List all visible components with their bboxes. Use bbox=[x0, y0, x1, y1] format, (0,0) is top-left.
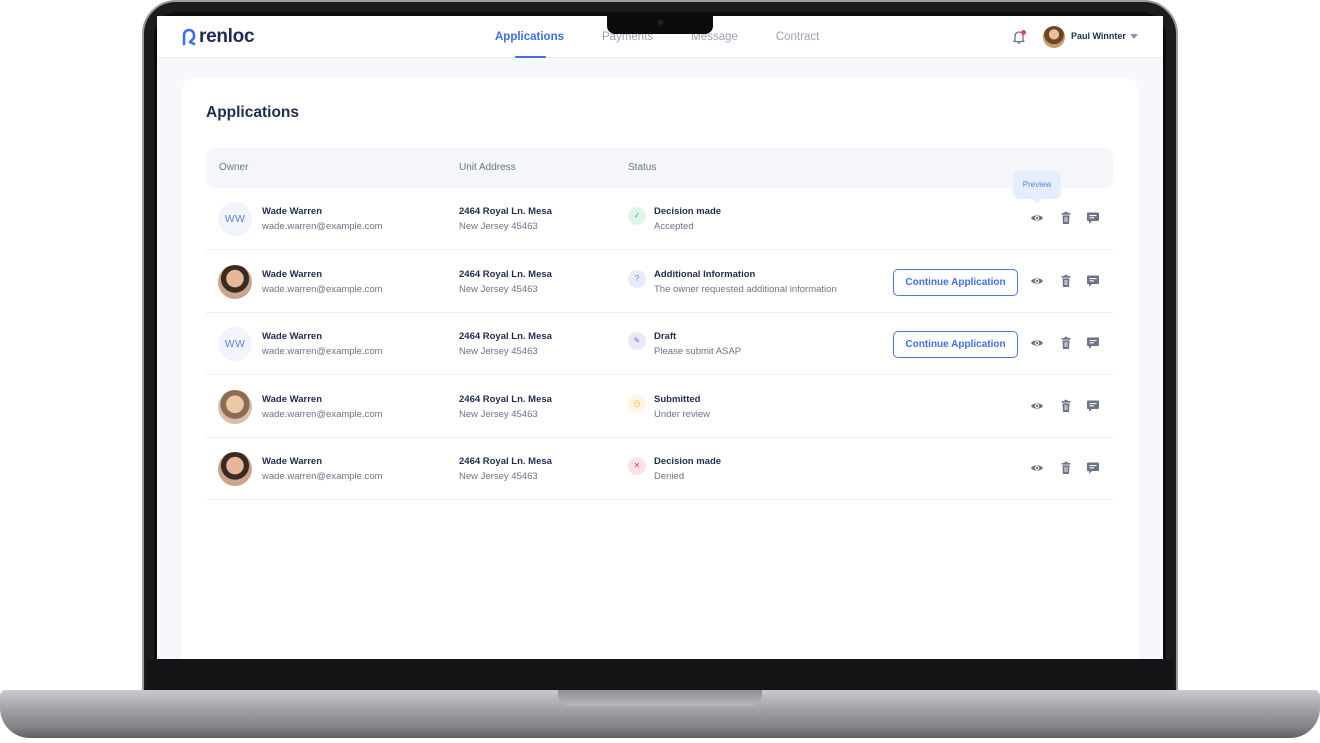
address-line2: New Jersey 45463 bbox=[459, 408, 538, 420]
logo-text: renloc bbox=[199, 26, 255, 47]
chat-icon[interactable] bbox=[1086, 461, 1100, 475]
eye-icon[interactable] bbox=[1030, 274, 1044, 288]
tab-applications[interactable]: Applications bbox=[495, 16, 564, 58]
address-line1: 2464 Royal Ln. Mesa bbox=[459, 206, 552, 217]
header-address: Unit Address bbox=[459, 162, 516, 173]
x-icon: ✕ bbox=[628, 457, 646, 475]
chat-icon[interactable] bbox=[1086, 274, 1100, 288]
avatar: WW bbox=[218, 202, 252, 236]
owner-email: wade.warren@example.com bbox=[262, 408, 383, 420]
table-row: Wade Warren wade.warren@example.com 2464… bbox=[206, 251, 1113, 313]
chat-icon[interactable] bbox=[1086, 211, 1100, 225]
status-title: Decision made bbox=[654, 206, 722, 217]
user-name[interactable]: Paul Winnter bbox=[1071, 31, 1126, 41]
tab-contract[interactable]: Contract bbox=[776, 16, 819, 58]
applications-card: Applications Owner Unit Address Status W… bbox=[181, 78, 1139, 659]
owner-email: wade.warren@example.com bbox=[262, 283, 383, 295]
status-title: Submitted bbox=[654, 393, 701, 405]
owner-name: Wade Warren bbox=[262, 456, 323, 467]
owner-name: Wade Warren bbox=[262, 331, 323, 342]
eye-icon[interactable] bbox=[1030, 211, 1044, 225]
pencil-icon: ✎ bbox=[628, 332, 646, 350]
chat-icon[interactable] bbox=[1086, 399, 1100, 413]
status-subtitle: Under review bbox=[654, 408, 710, 420]
avatar bbox=[218, 452, 252, 486]
address-line1: 2464 Royal Ln. Mesa bbox=[459, 268, 552, 280]
owner-name: Wade Warren bbox=[262, 393, 323, 405]
continue-application-button[interactable]: Continue Application bbox=[893, 331, 1018, 358]
header-status: Status bbox=[628, 162, 657, 173]
continue-application-button[interactable]: Continue Application bbox=[893, 268, 1018, 296]
trash-icon[interactable] bbox=[1059, 336, 1073, 350]
table-row: WW Wade Warren wade.warren@example.com 2… bbox=[206, 188, 1113, 250]
address-line2: New Jersey 45463 bbox=[459, 221, 538, 232]
logo-icon bbox=[182, 28, 196, 46]
chat-icon[interactable] bbox=[1086, 336, 1100, 350]
address-line1: 2464 Royal Ln. Mesa bbox=[459, 393, 552, 405]
app-screen: renloc Applications Payments Message Con… bbox=[157, 16, 1163, 659]
owner-name: Wade Warren bbox=[262, 206, 323, 217]
status-subtitle: Denied bbox=[654, 471, 685, 482]
trash-icon[interactable] bbox=[1059, 274, 1073, 288]
preview-tooltip: Preview bbox=[1013, 171, 1061, 203]
header-owner: Owner bbox=[219, 162, 249, 173]
chevron-down-icon[interactable] bbox=[1130, 34, 1138, 39]
camera-icon bbox=[658, 20, 663, 25]
owner-name: Wade Warren bbox=[262, 268, 323, 280]
address-line2: New Jersey 45463 bbox=[459, 346, 538, 357]
trash-icon[interactable] bbox=[1059, 399, 1073, 413]
eye-icon[interactable] bbox=[1030, 461, 1044, 475]
address-line1: 2464 Royal Ln. Mesa bbox=[459, 456, 552, 467]
logo[interactable]: renloc bbox=[181, 26, 255, 48]
status-title: Decision made bbox=[654, 456, 722, 467]
owner-email: wade.warren@example.com bbox=[262, 346, 383, 357]
eye-icon[interactable] bbox=[1030, 399, 1044, 413]
clock-icon: ◷ bbox=[628, 394, 646, 413]
table-row: Wade Warren wade.warren@example.com 2464… bbox=[206, 438, 1113, 500]
address-line2: New Jersey 45463 bbox=[459, 471, 538, 482]
question-icon: ? bbox=[628, 269, 646, 288]
avatar bbox=[218, 264, 252, 299]
page-title: Applications bbox=[206, 104, 300, 121]
address-line2: New Jersey 45463 bbox=[459, 283, 538, 295]
laptop-base-notch bbox=[558, 690, 762, 706]
status-title: Additional Information bbox=[654, 268, 756, 280]
avatar bbox=[218, 389, 252, 424]
status-subtitle: The owner requested additional informati… bbox=[654, 283, 837, 295]
notification-dot bbox=[1021, 30, 1026, 35]
trash-icon[interactable] bbox=[1059, 211, 1073, 225]
status-subtitle: Please submit ASAP bbox=[654, 346, 742, 357]
eye-icon[interactable] bbox=[1030, 336, 1044, 350]
table-row: WW Wade Warren wade.warren@example.com 2… bbox=[206, 313, 1113, 375]
user-avatar[interactable] bbox=[1043, 26, 1065, 48]
table-header: Owner Unit Address Status bbox=[206, 148, 1113, 188]
owner-email: wade.warren@example.com bbox=[262, 221, 383, 232]
trash-icon[interactable] bbox=[1059, 461, 1073, 475]
address-line1: 2464 Royal Ln. Mesa bbox=[459, 331, 552, 342]
status-title: Draft bbox=[654, 331, 677, 342]
check-icon: ✓ bbox=[628, 207, 646, 225]
avatar: WW bbox=[218, 327, 252, 361]
status-subtitle: Accepted bbox=[654, 221, 694, 232]
owner-email: wade.warren@example.com bbox=[262, 471, 383, 482]
laptop-hinge bbox=[146, 659, 1174, 692]
camera-notch bbox=[607, 14, 713, 34]
table-row: Wade Warren wade.warren@example.com 2464… bbox=[206, 376, 1113, 438]
